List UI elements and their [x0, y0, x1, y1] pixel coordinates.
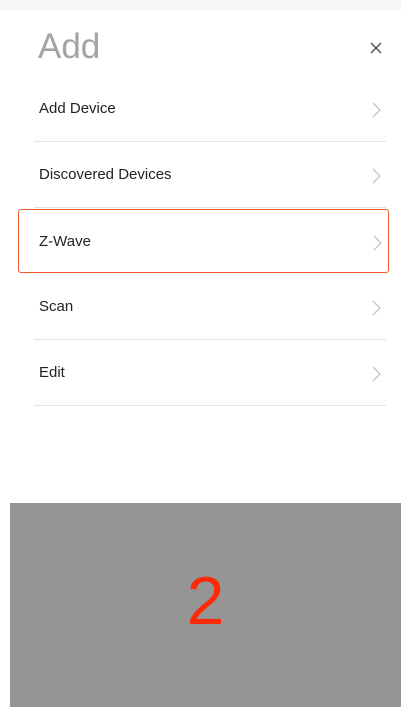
menu-item-label: Discovered Devices [39, 166, 172, 183]
divider [34, 405, 386, 406]
step-number: 2 [186, 563, 225, 639]
top-strip [0, 0, 401, 10]
close-button[interactable] [362, 34, 390, 62]
menu-item-label: Add Device [39, 100, 116, 117]
add-sheet: Add Add Device Discovered Devices Z-Wave [10, 10, 401, 503]
chevron-right-icon [372, 300, 381, 316]
chevron-right-icon [372, 366, 381, 382]
menu-item-add-device[interactable]: Add Device [30, 76, 401, 142]
menu-item-label: Edit [39, 364, 65, 381]
menu-item-scan[interactable]: Scan [30, 274, 401, 340]
chevron-right-icon [372, 168, 381, 184]
chevron-right-icon [373, 235, 382, 251]
menu-item-label: Scan [39, 298, 74, 315]
menu-item-label: Z-Wave [39, 233, 91, 250]
menu-item-z-wave[interactable]: Z-Wave [18, 209, 389, 273]
menu-item-edit[interactable]: Edit [30, 340, 401, 406]
sheet-title: Add [38, 27, 101, 66]
menu-item-discovered-devices[interactable]: Discovered Devices [30, 142, 401, 208]
step-overlay: 2 [10, 503, 401, 707]
chevron-right-icon [372, 102, 381, 118]
close-icon [370, 42, 382, 54]
divider [34, 207, 386, 208]
sheet-header: Add [10, 10, 401, 76]
